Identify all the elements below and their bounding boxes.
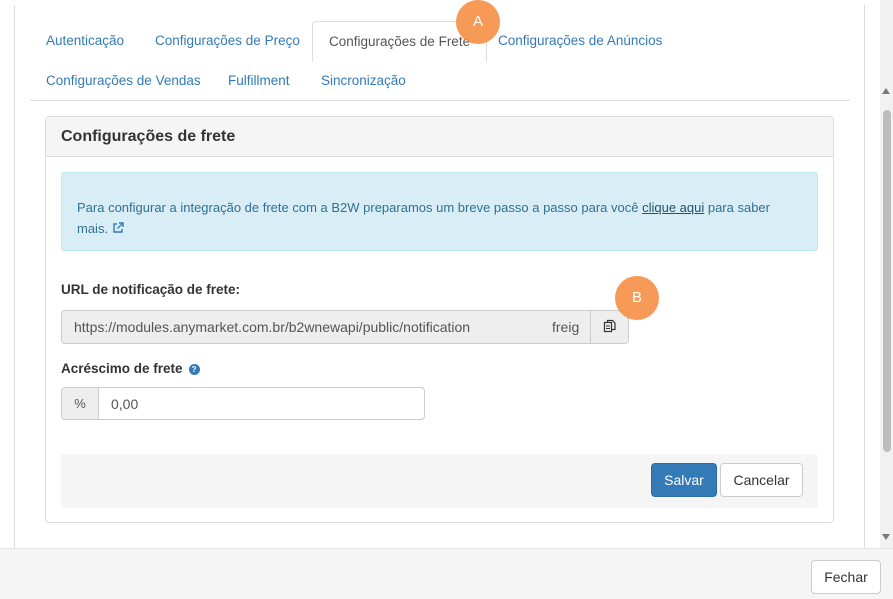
alert-text-before: Para configurar a integração de frete co… <box>77 200 643 215</box>
panel-title: Configurações de frete <box>46 117 833 157</box>
copy-icon <box>603 319 617 336</box>
freight-field-label: Acréscimo de frete <box>61 361 183 376</box>
url-input-group: https://modules.anymarket.com.br/b2wnewa… <box>61 310 629 344</box>
tab-sincronizacao[interactable]: Sincronização <box>305 61 422 101</box>
save-button[interactable]: Salvar <box>651 463 717 497</box>
freight-increase-input[interactable] <box>98 387 425 420</box>
info-alert: Para configurar a integração de frete co… <box>61 172 818 251</box>
url-value: https://modules.anymarket.com.br/b2wnewa… <box>74 319 471 335</box>
annotation-badge-b: B <box>615 276 659 320</box>
external-link-icon[interactable] <box>112 219 124 233</box>
freight-input-group: % <box>61 387 425 420</box>
modal-footer: Fechar <box>0 548 893 599</box>
notification-url-field[interactable]: https://modules.anymarket.com.br/b2wnewa… <box>61 310 591 344</box>
form-actions: Salvar Cancelar <box>61 454 818 508</box>
freight-field-label-row: Acréscimo de frete? <box>61 361 200 376</box>
tab-configuracoes-preco[interactable]: Configurações de Preço <box>139 21 316 61</box>
tabs-divider <box>30 100 850 101</box>
tab-configuracoes-anuncios[interactable]: Configurações de Anúncios <box>482 21 678 61</box>
annotation-badge-a: A <box>456 0 500 44</box>
tab-autenticacao[interactable]: Autenticação <box>30 21 140 61</box>
url-value-overflow: freig <box>552 319 580 335</box>
close-button[interactable]: Fechar <box>811 560 881 594</box>
tab-fulfillment[interactable]: Fulfillment <box>212 61 306 101</box>
percent-addon: % <box>61 387 99 420</box>
tab-configuracoes-vendas[interactable]: Configurações de Vendas <box>30 61 217 101</box>
cancel-button[interactable]: Cancelar <box>720 463 803 497</box>
scrollbar[interactable] <box>880 0 893 548</box>
scroll-down-icon[interactable] <box>882 534 890 540</box>
freight-settings-panel: Configurações de frete Para configurar a… <box>45 116 834 523</box>
scroll-thumb[interactable] <box>883 110 891 452</box>
url-field-label: URL de notificação de frete: <box>61 282 241 297</box>
question-circle-icon[interactable]: ? <box>188 364 200 375</box>
scroll-up-icon[interactable] <box>882 88 890 94</box>
alert-link[interactable]: clique aqui <box>642 200 704 215</box>
